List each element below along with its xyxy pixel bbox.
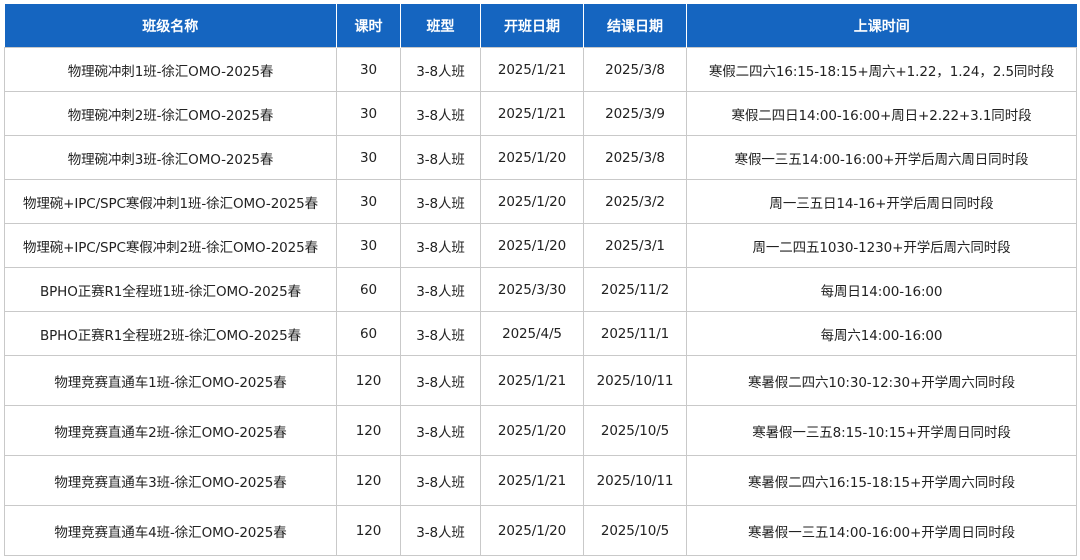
cell-end-date: 2025/10/11 — [583, 455, 687, 506]
cell-class-type: 3-8人班 — [400, 505, 481, 556]
cell-start-date: 2025/1/21 — [480, 91, 584, 136]
cell-class-name: BPHO正赛R1全程班1班-徐汇OMO-2025春 — [4, 267, 337, 312]
cell-hours: 30 — [336, 135, 401, 180]
cell-hours: 120 — [336, 355, 401, 406]
cell-class-time: 寒假一三五14:00-16:00+开学后周六周日同时段 — [686, 135, 1077, 180]
cell-class-type: 3-8人班 — [400, 91, 481, 136]
class-schedule: 班级名称 课时 班型 开班日期 结课日期 上课时间 物理碗冲刺1班-徐汇OMO-… — [4, 4, 1077, 556]
cell-start-date: 2025/1/21 — [480, 455, 584, 506]
header-class-type: 班型 — [400, 4, 481, 48]
header-start-date: 开班日期 — [480, 4, 584, 48]
cell-class-type: 3-8人班 — [400, 179, 481, 224]
table-row: 物理碗+IPC/SPC寒假冲刺1班-徐汇OMO-2025春 30 3-8人班 2… — [4, 179, 1077, 224]
cell-end-date: 2025/10/11 — [583, 355, 687, 406]
cell-hours: 60 — [336, 267, 401, 312]
cell-class-type: 3-8人班 — [400, 267, 481, 312]
cell-hours: 30 — [336, 223, 401, 268]
cell-class-time: 每周六14:00-16:00 — [686, 311, 1077, 356]
cell-start-date: 2025/1/21 — [480, 47, 584, 92]
cell-hours: 60 — [336, 311, 401, 356]
cell-class-time: 寒假二四六16:15-18:15+周六+1.22，1.24，2.5同时段 — [686, 47, 1077, 92]
cell-start-date: 2025/1/20 — [480, 179, 584, 224]
table-row: 物理碗冲刺1班-徐汇OMO-2025春 30 3-8人班 2025/1/21 2… — [4, 47, 1077, 92]
cell-hours: 120 — [336, 455, 401, 506]
cell-class-name: 物理碗冲刺2班-徐汇OMO-2025春 — [4, 91, 337, 136]
cell-class-type: 3-8人班 — [400, 355, 481, 406]
cell-hours: 30 — [336, 179, 401, 224]
table-row: BPHO正赛R1全程班1班-徐汇OMO-2025春 60 3-8人班 2025/… — [4, 267, 1077, 312]
cell-start-date: 2025/1/20 — [480, 405, 584, 456]
cell-class-name: 物理碗冲刺3班-徐汇OMO-2025春 — [4, 135, 337, 180]
cell-class-type: 3-8人班 — [400, 223, 481, 268]
cell-start-date: 2025/1/20 — [480, 135, 584, 180]
table-row: 物理碗+IPC/SPC寒假冲刺2班-徐汇OMO-2025春 30 3-8人班 2… — [4, 223, 1077, 268]
cell-class-type: 3-8人班 — [400, 311, 481, 356]
cell-class-time: 寒暑假一三五14:00-16:00+开学周日同时段 — [686, 505, 1077, 556]
header-hours: 课时 — [336, 4, 401, 48]
header-end-date: 结课日期 — [583, 4, 687, 48]
cell-start-date: 2025/1/21 — [480, 355, 584, 406]
table-row: 物理碗冲刺3班-徐汇OMO-2025春 30 3-8人班 2025/1/20 2… — [4, 135, 1077, 180]
cell-end-date: 2025/10/5 — [583, 405, 687, 456]
class-table: 班级名称 课时 班型 开班日期 结课日期 上课时间 物理碗冲刺1班-徐汇OMO-… — [4, 4, 1077, 556]
cell-end-date: 2025/11/2 — [583, 267, 687, 312]
cell-class-type: 3-8人班 — [400, 455, 481, 506]
cell-class-type: 3-8人班 — [400, 47, 481, 92]
cell-class-name: 物理竞赛直通车1班-徐汇OMO-2025春 — [4, 355, 337, 406]
cell-start-date: 2025/4/5 — [480, 311, 584, 356]
cell-class-time: 寒暑假二四六10:30-12:30+开学周六同时段 — [686, 355, 1077, 406]
cell-class-name: BPHO正赛R1全程班2班-徐汇OMO-2025春 — [4, 311, 337, 356]
cell-class-time: 周一三五日14-16+开学后周日同时段 — [686, 179, 1077, 224]
cell-start-date: 2025/1/20 — [480, 223, 584, 268]
cell-class-name: 物理竞赛直通车4班-徐汇OMO-2025春 — [4, 505, 337, 556]
table-row: 物理竞赛直通车1班-徐汇OMO-2025春 120 3-8人班 2025/1/2… — [4, 355, 1077, 406]
cell-end-date: 2025/3/2 — [583, 179, 687, 224]
header-class-name: 班级名称 — [4, 4, 337, 48]
cell-class-name: 物理竞赛直通车2班-徐汇OMO-2025春 — [4, 405, 337, 456]
cell-class-name: 物理竞赛直通车3班-徐汇OMO-2025春 — [4, 455, 337, 506]
table-row: 物理竞赛直通车4班-徐汇OMO-2025春 120 3-8人班 2025/1/2… — [4, 505, 1077, 556]
cell-hours: 30 — [336, 91, 401, 136]
cell-end-date: 2025/11/1 — [583, 311, 687, 356]
header-class-time: 上课时间 — [686, 4, 1077, 48]
cell-hours: 120 — [336, 505, 401, 556]
cell-class-type: 3-8人班 — [400, 405, 481, 456]
cell-class-time: 寒暑假一三五8:15-10:15+开学周日同时段 — [686, 405, 1077, 456]
cell-end-date: 2025/3/8 — [583, 47, 687, 92]
cell-end-date: 2025/3/8 — [583, 135, 687, 180]
table-row: 物理竞赛直通车3班-徐汇OMO-2025春 120 3-8人班 2025/1/2… — [4, 455, 1077, 506]
cell-end-date: 2025/3/9 — [583, 91, 687, 136]
cell-class-time: 每周日14:00-16:00 — [686, 267, 1077, 312]
cell-end-date: 2025/3/1 — [583, 223, 687, 268]
cell-hours: 120 — [336, 405, 401, 456]
cell-end-date: 2025/10/5 — [583, 505, 687, 556]
cell-class-name: 物理碗+IPC/SPC寒假冲刺1班-徐汇OMO-2025春 — [4, 179, 337, 224]
cell-class-name: 物理碗+IPC/SPC寒假冲刺2班-徐汇OMO-2025春 — [4, 223, 337, 268]
table-row: 物理碗冲刺2班-徐汇OMO-2025春 30 3-8人班 2025/1/21 2… — [4, 91, 1077, 136]
cell-class-time: 寒假二四日14:00-16:00+周日+2.22+3.1同时段 — [686, 91, 1077, 136]
table-header-row: 班级名称 课时 班型 开班日期 结课日期 上课时间 — [4, 4, 1077, 48]
cell-class-name: 物理碗冲刺1班-徐汇OMO-2025春 — [4, 47, 337, 92]
cell-start-date: 2025/3/30 — [480, 267, 584, 312]
table-row: BPHO正赛R1全程班2班-徐汇OMO-2025春 60 3-8人班 2025/… — [4, 311, 1077, 356]
cell-hours: 30 — [336, 47, 401, 92]
cell-class-type: 3-8人班 — [400, 135, 481, 180]
cell-start-date: 2025/1/20 — [480, 505, 584, 556]
table-row: 物理竞赛直通车2班-徐汇OMO-2025春 120 3-8人班 2025/1/2… — [4, 405, 1077, 456]
cell-class-time: 周一二四五1030-1230+开学后周六同时段 — [686, 223, 1077, 268]
cell-class-time: 寒暑假二四六16:15-18:15+开学周六同时段 — [686, 455, 1077, 506]
